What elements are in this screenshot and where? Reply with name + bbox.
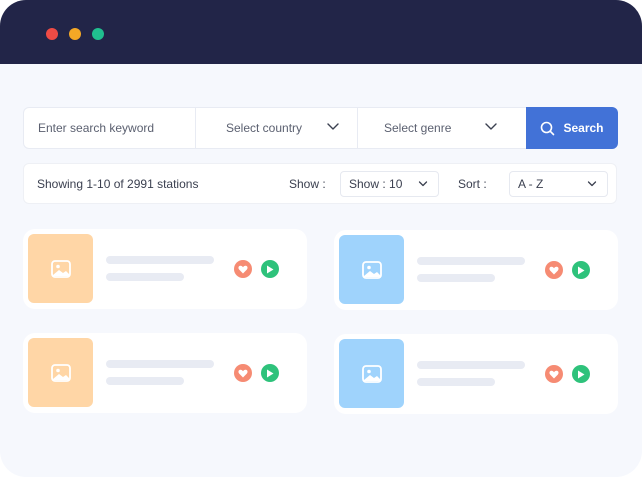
heart-icon	[238, 369, 248, 377]
favorite-button[interactable]	[545, 261, 563, 279]
window-close-button[interactable]	[46, 28, 58, 40]
filter-bar: Showing 1-10 of 2991 stations Show : Sho…	[23, 163, 617, 204]
station-thumbnail	[339, 235, 404, 304]
sort-label: Sort :	[458, 177, 487, 191]
results-count: Showing 1-10 of 2991 stations	[37, 177, 199, 191]
genre-select-label: Select genre	[384, 121, 452, 135]
show-select[interactable]: Show : 10	[340, 171, 439, 197]
play-icon	[267, 369, 274, 377]
station-thumbnail	[339, 339, 404, 408]
chevron-down-icon	[485, 123, 497, 130]
search-button[interactable]: Search	[526, 107, 618, 149]
favorite-button[interactable]	[234, 364, 252, 382]
app-window: Select country Select genre Search Showi…	[0, 0, 642, 477]
show-select-value: Show : 10	[349, 177, 403, 191]
play-icon	[578, 370, 585, 378]
station-subtitle-placeholder	[417, 378, 495, 386]
image-icon	[361, 364, 382, 383]
heart-icon	[549, 266, 559, 274]
station-card[interactable]	[23, 229, 307, 309]
chevron-down-icon	[587, 181, 597, 187]
window-minimize-button[interactable]	[69, 28, 81, 40]
heart-icon	[549, 370, 559, 378]
station-thumbnail	[28, 338, 93, 407]
image-icon	[50, 363, 71, 382]
genre-select[interactable]: Select genre	[358, 108, 526, 148]
play-button[interactable]	[572, 261, 590, 279]
station-title-placeholder	[417, 257, 525, 265]
search-button-label: Search	[563, 121, 604, 135]
station-title-placeholder	[106, 256, 214, 264]
chevron-down-icon	[327, 123, 339, 130]
play-button[interactable]	[261, 364, 279, 382]
country-select-label: Select country	[226, 121, 303, 135]
station-thumbnail	[28, 234, 93, 303]
show-label: Show :	[289, 177, 326, 191]
play-button[interactable]	[261, 260, 279, 278]
favorite-button[interactable]	[234, 260, 252, 278]
station-card[interactable]	[334, 230, 618, 310]
station-card[interactable]	[334, 334, 618, 414]
station-subtitle-placeholder	[417, 274, 495, 282]
sort-select-value: A - Z	[518, 177, 544, 191]
search-input[interactable]	[24, 108, 196, 148]
station-subtitle-placeholder	[106, 273, 184, 281]
station-title-placeholder	[417, 361, 525, 369]
favorite-button[interactable]	[545, 365, 563, 383]
image-icon	[50, 259, 71, 278]
country-select[interactable]: Select country	[196, 108, 358, 148]
station-title-placeholder	[106, 360, 214, 368]
station-card[interactable]	[23, 333, 307, 413]
image-icon	[361, 260, 382, 279]
station-subtitle-placeholder	[106, 377, 184, 385]
search-bar: Select country Select genre Search	[23, 107, 618, 149]
sort-select[interactable]: A - Z	[509, 171, 608, 197]
heart-icon	[238, 265, 248, 273]
play-icon	[578, 266, 585, 274]
window-maximize-button[interactable]	[92, 28, 104, 40]
search-icon	[541, 121, 555, 135]
play-icon	[267, 265, 274, 273]
title-bar	[0, 0, 642, 64]
play-button[interactable]	[572, 365, 590, 383]
chevron-down-icon	[418, 181, 428, 187]
